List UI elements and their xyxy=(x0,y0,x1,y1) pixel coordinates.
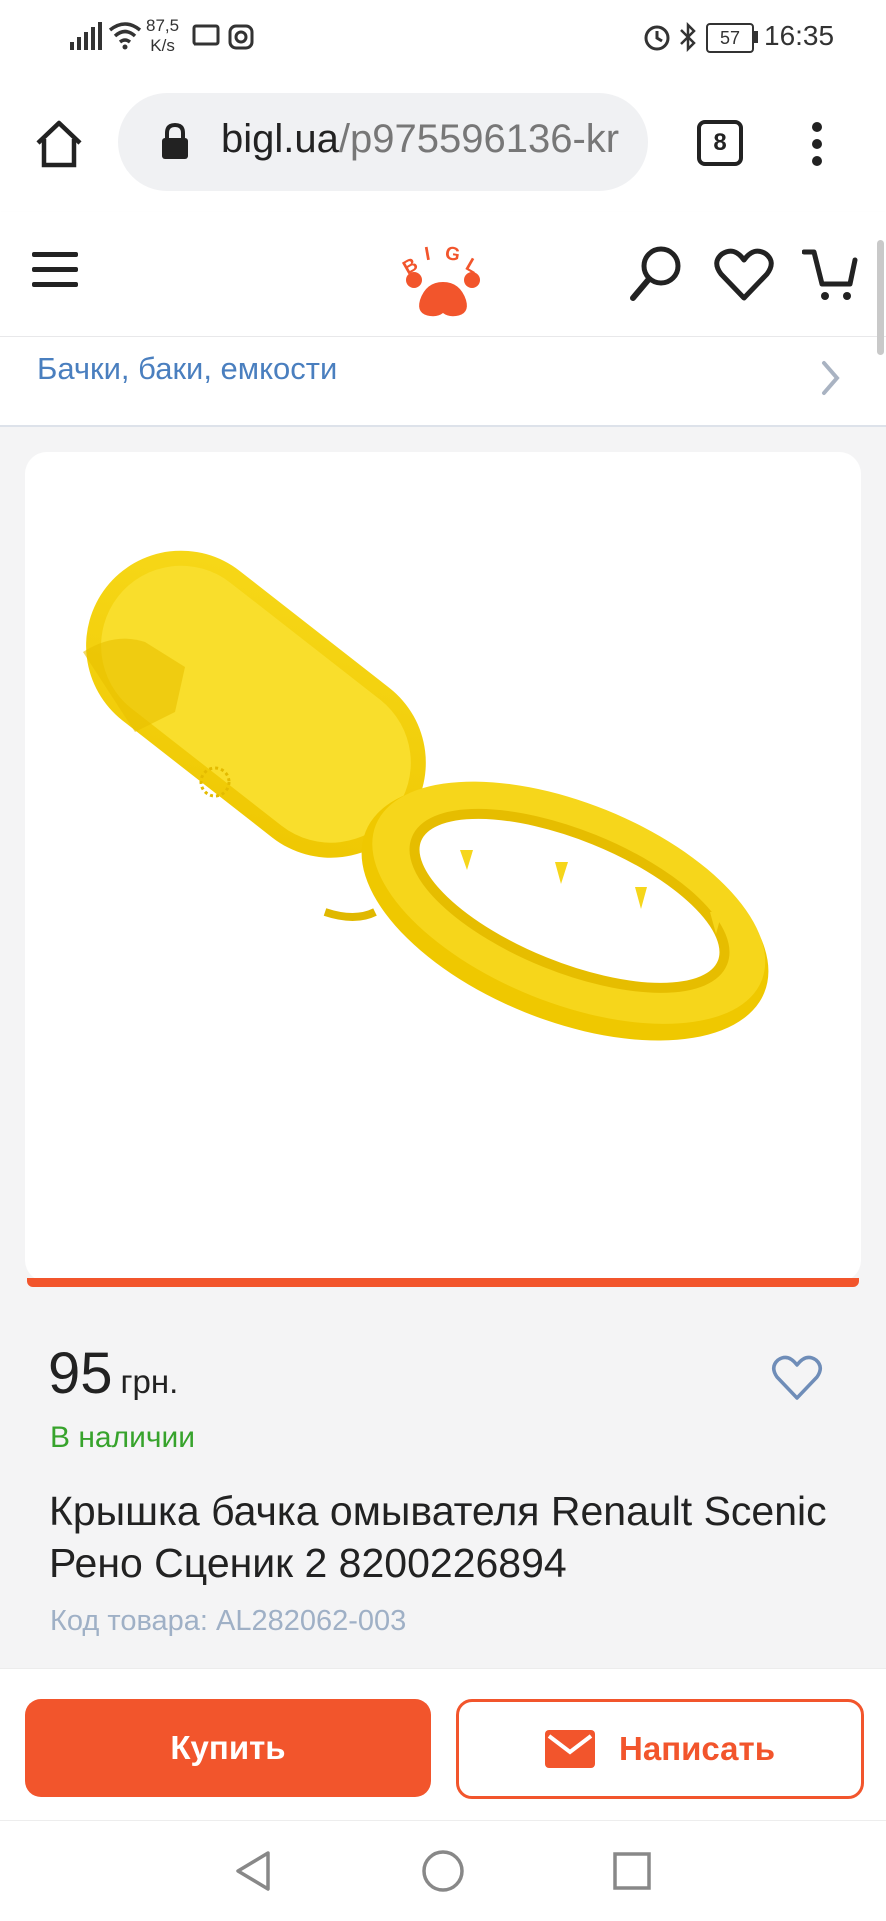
buy-button-label: Купить xyxy=(170,1729,286,1766)
action-bar: Купить Написать xyxy=(0,1668,886,1821)
clock: 16:35 xyxy=(764,20,835,51)
url-host: bigl.ua xyxy=(221,117,339,161)
url-text: bigl.ua/p975596136-kr xyxy=(221,117,619,162)
wishlist-heart-icon[interactable] xyxy=(714,248,774,302)
overflow-menu-icon[interactable] xyxy=(806,120,828,170)
home-icon[interactable] xyxy=(34,119,84,169)
write-button-label: Написать xyxy=(619,1730,775,1767)
chevron-right-icon xyxy=(822,361,840,395)
status-bar: 87,5 K/s 57 16:35 xyxy=(0,0,886,76)
product-title: Крышка бачка омывателя Renault Scenic Ре… xyxy=(49,1488,827,1586)
network-speed: 87,5 K/s xyxy=(146,16,179,56)
product-code: Код товара: AL282062-003 xyxy=(50,1605,407,1637)
cast-icon xyxy=(192,24,220,46)
cart-icon[interactable] xyxy=(802,246,860,304)
network-speed-unit: K/s xyxy=(150,36,175,55)
battery-icon: 57 xyxy=(706,23,754,53)
battery-tip xyxy=(754,31,758,43)
tab-count: 8 xyxy=(713,129,727,156)
envelope-icon xyxy=(545,1730,596,1768)
lock-icon xyxy=(162,123,188,159)
system-navigation-bar xyxy=(0,1820,886,1921)
network-speed-value: 87,5 xyxy=(146,16,180,35)
wifi-icon xyxy=(108,22,142,50)
breadcrumb[interactable]: Бачки, баки, емкости xyxy=(0,337,886,427)
write-button[interactable]: Написать xyxy=(456,1699,864,1799)
site-header: B I G L xyxy=(0,212,886,337)
price-currency: грн. xyxy=(120,1363,179,1400)
signal-icon xyxy=(70,22,102,50)
hamburger-menu-icon[interactable] xyxy=(32,250,78,290)
instagram-icon xyxy=(228,24,254,50)
product-image[interactable] xyxy=(25,452,861,1282)
battery-level: 57 xyxy=(719,28,741,48)
home-nav-icon[interactable] xyxy=(421,1849,465,1893)
search-icon[interactable] xyxy=(628,244,684,304)
favorite-heart-icon[interactable] xyxy=(771,1354,823,1402)
scrollbar[interactable] xyxy=(877,240,884,355)
alarm-icon xyxy=(644,25,670,51)
tabs-button[interactable]: 8 xyxy=(697,120,743,166)
bluetooth-icon xyxy=(680,22,696,52)
image-progress-line xyxy=(27,1278,859,1287)
address-bar[interactable]: bigl.ua/p975596136-kr xyxy=(118,93,648,191)
back-icon[interactable] xyxy=(234,1849,274,1893)
breadcrumb-label[interactable]: Бачки, баки, емкости xyxy=(37,351,337,387)
buy-button[interactable]: Купить xyxy=(25,1699,431,1797)
availability-status: В наличии xyxy=(50,1421,196,1454)
price: 95 грн. xyxy=(48,1340,178,1407)
bigl-logo[interactable]: B I G L xyxy=(398,242,488,324)
washer-cap-image xyxy=(83,550,769,1041)
url-path: /p975596136-kr xyxy=(338,117,620,161)
price-value: 95 xyxy=(48,1341,113,1406)
browser-toolbar: bigl.ua/p975596136-kr 8 xyxy=(0,76,886,212)
recents-icon[interactable] xyxy=(612,1851,652,1891)
